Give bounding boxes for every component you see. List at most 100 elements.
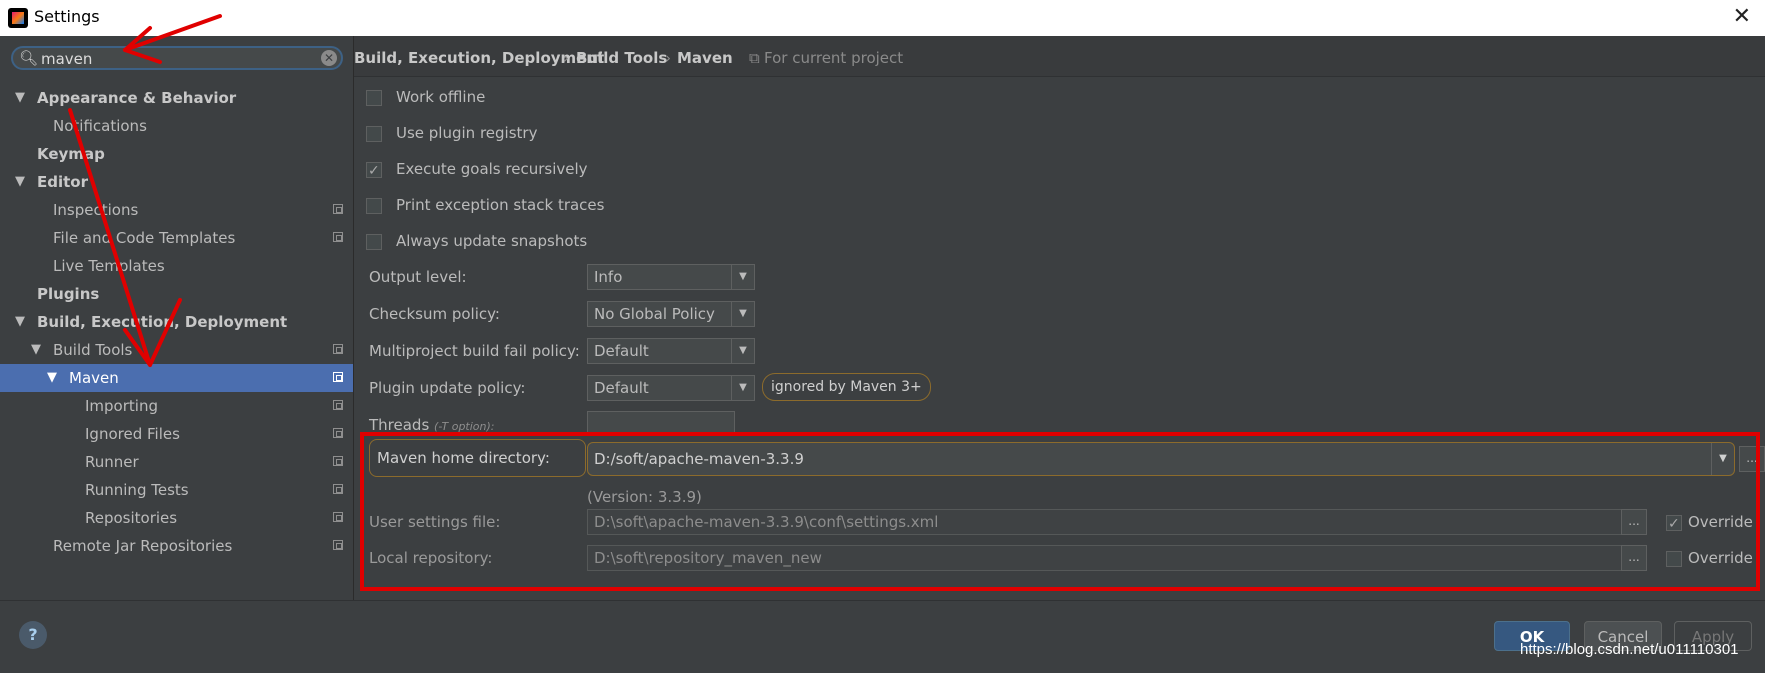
output-level-label: Output level: xyxy=(369,268,467,286)
dropdown-arrow-icon: ▼ xyxy=(731,265,754,289)
execute-goals-recursively-checkbox[interactable]: Execute goals recursively xyxy=(366,158,588,182)
sidebar-item-label: Notifications xyxy=(53,117,147,135)
maven-home-browse-button[interactable]: ... xyxy=(1739,446,1765,472)
dropdown-arrow-icon: ▼ xyxy=(731,302,754,326)
user-settings-override-checkbox[interactable]: Override xyxy=(1666,511,1753,535)
threads-input[interactable] xyxy=(587,411,735,435)
sidebar-item-live-templates[interactable]: Live Templates xyxy=(0,252,353,280)
maven-version-text: (Version: 3.3.9) xyxy=(587,488,702,506)
sidebar-item-keymap[interactable]: Keymap xyxy=(0,140,353,168)
dropdown-arrow-icon: ▼ xyxy=(731,339,754,363)
intellij-logo-icon xyxy=(8,8,28,28)
sidebar-item-editor[interactable]: ▼ Editor xyxy=(0,168,353,196)
window-title: Settings xyxy=(34,7,100,26)
sidebar-item-label: Build Tools xyxy=(53,341,133,359)
search-icon: 🔍︎ xyxy=(19,49,39,67)
threads-label: Threads (-T option): xyxy=(369,416,495,434)
sidebar-item-file-and-code-templates[interactable]: File and Code Templates xyxy=(0,224,353,252)
breadcrumb-item-build-tools: Build Tools xyxy=(576,49,668,67)
sidebar-item-label: Running Tests xyxy=(85,481,189,499)
breadcrumb-separator: › xyxy=(563,49,569,67)
sidebar-item-label: Maven xyxy=(69,369,119,387)
sidebar-item-label: Build, Execution, Deployment xyxy=(37,313,288,331)
sidebar-item-label: Repositories xyxy=(85,509,178,527)
watermark-text: https://blog.csdn.net/u011110301 xyxy=(1520,641,1739,658)
expand-arrow-icon[interactable]: ▼ xyxy=(31,336,41,364)
user-settings-field[interactable]: D:\soft\apache-maven-3.3.9\conf\settings… xyxy=(587,509,1635,535)
dropdown-arrow-icon: ▼ xyxy=(1711,443,1734,475)
local-repository-browse-button[interactable]: ... xyxy=(1621,545,1647,571)
sidebar-item-build-tools[interactable]: ▼ Build Tools xyxy=(0,336,353,364)
project-scope-icon xyxy=(333,232,343,242)
ignored-by-maven3-badge: ignored by Maven 3+ xyxy=(762,373,931,401)
project-scope-icon xyxy=(333,400,343,410)
project-scope-icon xyxy=(333,204,343,214)
project-scope-icon xyxy=(333,372,343,382)
user-settings-browse-button[interactable]: ... xyxy=(1621,509,1647,535)
search-input[interactable] xyxy=(41,50,311,68)
checksum-policy-select[interactable]: No Global Policy ▼ xyxy=(587,301,755,327)
expand-arrow-icon[interactable]: ▼ xyxy=(15,168,25,196)
maven-home-label: Maven home directory: xyxy=(369,439,586,477)
dropdown-arrow-icon: ▼ xyxy=(731,376,754,400)
close-icon[interactable]: ✕ xyxy=(1733,4,1751,29)
sidebar-item-inspections[interactable]: Inspections xyxy=(0,196,353,224)
sidebar-item-importing[interactable]: Importing xyxy=(0,392,353,420)
expand-arrow-icon[interactable]: ▼ xyxy=(15,308,25,336)
output-level-select[interactable]: Info ▼ xyxy=(587,264,755,290)
expand-arrow-icon[interactable]: ▼ xyxy=(15,84,25,112)
checkmark-icon xyxy=(366,160,382,182)
checkbox-box xyxy=(366,90,382,106)
checksum-policy-label: Checksum policy: xyxy=(369,305,500,323)
sidebar-item-label: Inspections xyxy=(53,201,139,219)
project-scope-icon xyxy=(333,344,343,354)
sidebar-item-label: Plugins xyxy=(37,285,100,303)
work-offline-checkbox[interactable]: Work offline xyxy=(366,86,485,108)
local-repository-field[interactable]: D:\soft\repository_maven_new xyxy=(587,545,1635,571)
local-repository-label: Local repository: xyxy=(369,549,493,567)
breadcrumb-separator: › xyxy=(665,49,671,67)
sidebar-item-ignored-files[interactable]: Ignored Files xyxy=(0,420,353,448)
sidebar-item-maven[interactable]: ▼ Maven xyxy=(0,364,353,392)
sidebar-item-running-tests[interactable]: Running Tests xyxy=(0,476,353,504)
settings-sidebar: 🔍︎ ✕ ▼ Appearance & Behavior Notifications… xyxy=(0,36,354,600)
sidebar-item-plugins[interactable]: Plugins xyxy=(0,280,353,308)
expand-arrow-icon[interactable]: ▼ xyxy=(47,364,57,392)
breadcrumb-scope: For current project xyxy=(764,49,904,67)
sidebar-item-label: Keymap xyxy=(37,145,105,163)
sidebar-item-label: Live Templates xyxy=(53,257,165,275)
sidebar-item-label: Appearance & Behavior xyxy=(37,89,237,107)
title-bar: Settings ✕ xyxy=(0,0,1765,36)
checkmark-icon xyxy=(1666,513,1682,535)
multiproject-fail-policy-select[interactable]: Default ▼ xyxy=(587,338,755,364)
use-plugin-registry-checkbox[interactable]: Use plugin registry xyxy=(366,122,537,144)
settings-search[interactable]: 🔍︎ ✕ xyxy=(11,46,343,70)
plugin-update-policy-select[interactable]: Default ▼ xyxy=(587,375,755,401)
sidebar-item-label: Runner xyxy=(85,453,139,471)
sidebar-item-remote-jar-repositories[interactable]: Remote Jar Repositories xyxy=(0,532,353,560)
breadcrumb: Build, Execution, Deployment › Build Too… xyxy=(354,36,1765,77)
sidebar-item-label: Editor xyxy=(37,173,88,191)
multiproject-fail-policy-label: Multiproject build fail policy: xyxy=(369,342,580,360)
clear-search-icon[interactable]: ✕ xyxy=(321,50,337,66)
sidebar-item-runner[interactable]: Runner xyxy=(0,448,353,476)
sidebar-item-label: Remote Jar Repositories xyxy=(53,537,233,555)
breadcrumb-item-maven: Maven xyxy=(677,49,733,67)
user-settings-label: User settings file: xyxy=(369,513,501,531)
sidebar-item-repositories[interactable]: Repositories xyxy=(0,504,353,532)
sidebar-item-notifications[interactable]: Notifications xyxy=(0,112,353,140)
sidebar-item-appearance-behavior[interactable]: ▼ Appearance & Behavior xyxy=(0,84,353,112)
local-repository-override-checkbox[interactable]: Override xyxy=(1666,547,1753,569)
project-scope-icon: ⧉ xyxy=(749,49,760,67)
plugin-update-policy-label: Plugin update policy: xyxy=(369,379,526,397)
sidebar-item-label: Importing xyxy=(85,397,158,415)
project-scope-icon xyxy=(333,540,343,550)
threads-hint: (-T option): xyxy=(434,420,495,433)
always-update-snapshots-checkbox[interactable]: Always update snapshots xyxy=(366,230,587,252)
print-exception-stack-traces-checkbox[interactable]: Print exception stack traces xyxy=(366,194,604,216)
project-scope-icon xyxy=(333,456,343,466)
help-button[interactable]: ? xyxy=(19,621,47,649)
project-scope-icon xyxy=(333,428,343,438)
sidebar-item-build-execution-deployment[interactable]: ▼ Build, Execution, Deployment xyxy=(0,308,353,336)
maven-home-select[interactable]: D:/soft/apache-maven-3.3.9 ▼ xyxy=(587,442,1735,476)
